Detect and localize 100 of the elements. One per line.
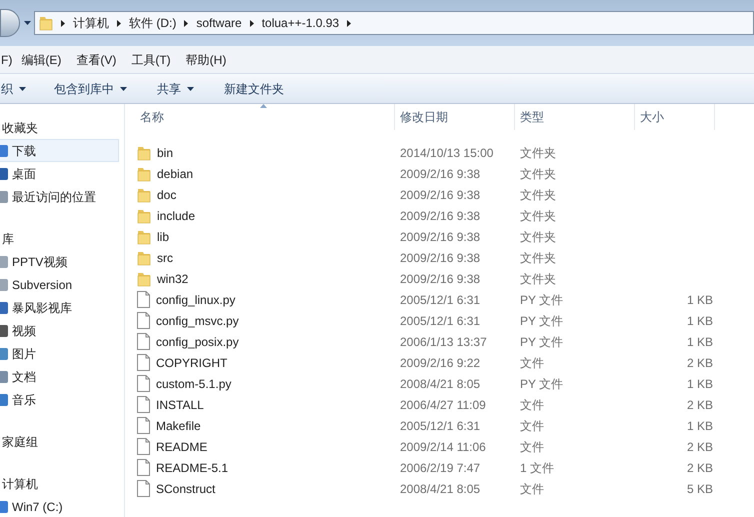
date-cell-text: 2006/2/19 7:47: [399, 460, 482, 476]
size-cell-text: 2 KB: [686, 460, 713, 476]
menu-item[interactable]: 工具(T): [131, 50, 171, 68]
type-cell-text: PY 文件: [519, 312, 564, 330]
column-header[interactable]: 大小: [635, 104, 715, 130]
file-icon: [137, 291, 150, 308]
date-cell-text: 2009/2/16 9:38: [399, 270, 482, 288]
date-cell-text: 2014/10/13 15:00: [399, 144, 494, 162]
file-name[interactable]: bin: [157, 144, 174, 162]
file-name[interactable]: COPYRIGHT: [156, 354, 228, 372]
file-name[interactable]: Makefile: [156, 416, 201, 434]
file-name[interactable]: README-5.1: [156, 458, 228, 476]
file-name[interactable]: win32: [157, 270, 188, 288]
date-cell-text: 2009/2/16 9:38: [399, 166, 482, 182]
nav-item-icon: [0, 324, 8, 336]
nav-item-icon: [0, 394, 8, 406]
type-cell-text: 文件夹: [519, 250, 557, 266]
folder-icon: [137, 144, 151, 160]
file-name[interactable]: doc: [157, 186, 176, 204]
date-cell-text: 2005/12/1 6:31: [399, 418, 482, 434]
type-cell-text: 文件: [519, 438, 545, 456]
file-icon: [137, 312, 150, 329]
nav-item[interactable]: 暴风影视库: [0, 296, 119, 319]
nav-item-icon: [0, 190, 8, 202]
file-name[interactable]: config_posix.py: [156, 332, 239, 350]
nav-item[interactable]: PPTV视频: [0, 250, 119, 273]
nav-item-icon: [0, 348, 8, 360]
date-cell-text: 2009/2/16 9:38: [399, 250, 482, 266]
file-name[interactable]: custom-5.1.py: [156, 374, 232, 392]
nav-item[interactable]: Subversion: [0, 273, 119, 296]
nav-item[interactable]: 视频: [0, 319, 119, 342]
file-icon: [137, 459, 150, 476]
file-icon: [137, 480, 150, 497]
file-name[interactable]: README: [156, 438, 208, 456]
nav-item-icon: [0, 278, 8, 290]
back-button[interactable]: [0, 9, 20, 37]
type-cell-text: 文件夹: [519, 186, 557, 204]
file-name[interactable]: config_msvc.py: [156, 312, 239, 330]
chevron-right-icon: [250, 20, 254, 26]
file-name[interactable]: src: [157, 248, 173, 266]
file-name[interactable]: INSTALL: [156, 396, 204, 414]
breadcrumb-item[interactable]: tolua++-1.0.93: [262, 14, 340, 32]
nav-group-header[interactable]: 计算机: [0, 473, 124, 495]
nav-item[interactable]: 最近访问的位置: [0, 185, 119, 208]
type-cell-text: 文件: [519, 396, 545, 414]
file-name[interactable]: config_linux.py: [156, 290, 236, 308]
folder-icon: [137, 250, 151, 266]
nav-group-header[interactable]: 收藏夹: [0, 117, 124, 139]
nav-item-icon: [0, 256, 8, 268]
nav-item[interactable]: 音乐: [0, 388, 119, 411]
file-name[interactable]: include: [157, 206, 196, 224]
file-icon: [137, 354, 150, 371]
address-bar[interactable]: 计算机 软件 (D:) software tolua++-1.0.93: [34, 11, 754, 35]
breadcrumb-item[interactable]: 软件 (D:): [129, 14, 176, 32]
breadcrumb-item[interactable]: 计算机: [73, 14, 109, 32]
toolbar-button[interactable]: 共享: [157, 80, 194, 98]
type-cell-text: 1 文件: [519, 460, 556, 476]
nav-item[interactable]: Win7 (C:): [0, 495, 119, 517]
toolbar-button[interactable]: 织: [1, 80, 26, 98]
size-cell-text: 1 KB: [686, 418, 713, 434]
toolbar-button[interactable]: 新建文件夹: [224, 80, 284, 98]
date-cell-text: 2009/2/16 9:22: [399, 354, 482, 372]
column-header[interactable]: 类型: [515, 104, 635, 130]
date-cell-text: 2009/2/16 9:38: [399, 228, 482, 246]
nav-item-icon: [0, 144, 8, 156]
menu-item[interactable]: 帮助(H): [186, 50, 226, 68]
caret-icon: [24, 21, 30, 25]
nav-item[interactable]: 桌面: [0, 162, 119, 185]
file-icon: [137, 417, 150, 434]
file-name[interactable]: SConstruct: [156, 480, 216, 498]
file-name[interactable]: lib: [157, 228, 170, 246]
size-cell-text: 1 KB: [686, 312, 713, 330]
nav-item[interactable]: 下载: [0, 139, 119, 162]
chevron-right-icon: [184, 20, 188, 26]
breadcrumb-item[interactable]: software: [196, 14, 242, 32]
type-cell-text: 文件夹: [519, 166, 557, 182]
type-cell-text: 文件夹: [519, 144, 557, 162]
size-cell-text: 2 KB: [686, 438, 713, 456]
nav-item[interactable]: 图片: [0, 342, 119, 365]
column-header[interactable]: 名称: [125, 104, 395, 130]
nav-item[interactable]: 文档: [0, 365, 119, 388]
file-name[interactable]: debian: [157, 164, 194, 182]
menu-item[interactable]: 查看(V): [76, 50, 116, 68]
date-cell-text: 2008/4/21 8:05: [399, 376, 482, 392]
type-cell-text: 文件: [519, 418, 545, 434]
date-cell-text: 2005/12/1 6:31: [399, 312, 482, 330]
column-header[interactable]: 修改日期: [395, 104, 515, 130]
file-icon: [137, 396, 150, 413]
date-cell-text: 2008/4/21 8:05: [399, 480, 482, 498]
size-cell-text: 1 KB: [686, 292, 713, 308]
date-cell-text: 2006/4/27 11:09: [399, 396, 487, 414]
size-cell-text: 1 KB: [686, 376, 713, 392]
menu-item[interactable]: F): [1, 50, 12, 68]
toolbar-button[interactable]: 包含到库中: [54, 80, 127, 98]
nav-item-icon: [0, 168, 8, 180]
nav-item-icon: [0, 370, 8, 382]
nav-group-header[interactable]: 库: [0, 228, 124, 250]
menu-item[interactable]: 编辑(E): [21, 50, 62, 68]
type-cell-text: PY 文件: [519, 334, 564, 350]
nav-group-header[interactable]: 家庭组: [0, 431, 124, 453]
